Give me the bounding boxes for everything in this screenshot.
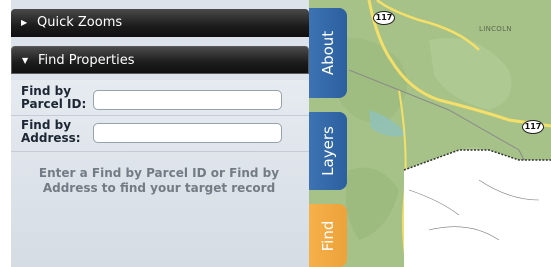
parcel-id-label: Find by Parcel ID:: [21, 84, 87, 111]
triangle-down-icon: ▼: [22, 56, 29, 65]
find-properties-label: Find Properties: [38, 53, 135, 68]
town-label: LINCOLN: [479, 25, 512, 33]
find-form: Find by Parcel ID: Find by Address: Ente…: [11, 80, 309, 267]
tab-about[interactable]: About: [309, 8, 347, 98]
find-properties-header[interactable]: ▼ Find Properties: [11, 46, 309, 74]
route-shield: 117: [522, 120, 544, 134]
triangle-right-icon: ▶: [21, 18, 28, 27]
find-panel: ▶ Quick Zooms ▼ Find Properties Find by …: [11, 0, 309, 267]
tab-about-label: About: [319, 30, 337, 76]
address-row: Find by Address:: [11, 116, 309, 152]
address-label: Find by Address:: [21, 118, 81, 145]
route-shield: 117: [373, 11, 395, 25]
tab-find-label: Find: [319, 220, 337, 251]
parcel-id-input[interactable]: [93, 90, 282, 110]
tab-layers[interactable]: Layers: [309, 112, 347, 190]
address-input[interactable]: [93, 123, 282, 143]
parcel-id-row: Find by Parcel ID:: [11, 80, 309, 116]
find-hint-text: Enter a Find by Parcel ID or Find by Add…: [38, 166, 280, 195]
quick-zooms-header[interactable]: ▶ Quick Zooms: [11, 9, 309, 37]
tab-find[interactable]: Find: [309, 204, 347, 267]
tab-layers-label: Layers: [319, 126, 337, 176]
quick-zooms-label: Quick Zooms: [37, 15, 123, 30]
